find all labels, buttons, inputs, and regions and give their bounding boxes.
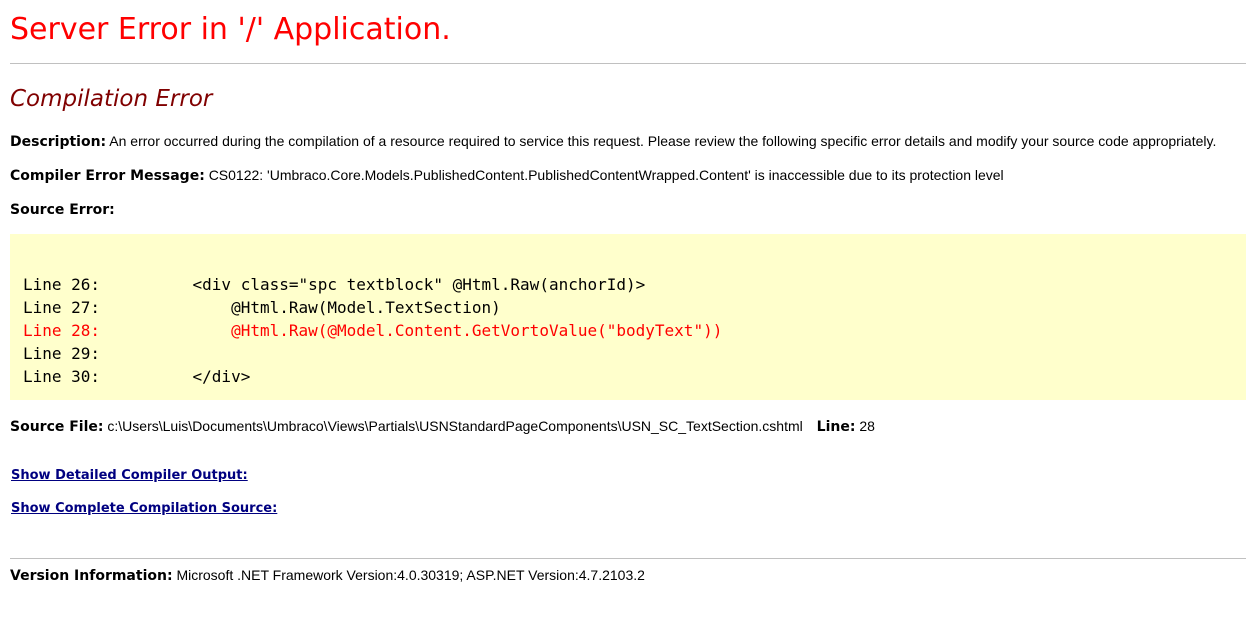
code-line-number: Line 26:: [23, 275, 101, 294]
code-line: Line 30: </div>: [23, 365, 250, 388]
compiler-error-label: Compiler Error Message:: [10, 168, 205, 184]
error-page: Server Error in '/' Application. Compila…: [0, 0, 1246, 624]
source-error-row: Source Error:: [10, 200, 115, 219]
show-complete-compilation-source-link[interactable]: Show Complete Compilation Source:: [11, 500, 277, 518]
code-line-text: @Html.Raw(@Model.Content.GetVortoValue("…: [154, 321, 723, 340]
compiler-error-text: CS0122: 'Umbraco.Core.Models.PublishedCo…: [208, 167, 1004, 183]
version-label: Version Information:: [10, 568, 173, 584]
code-line-number: Line 28:: [23, 321, 101, 340]
description-text: An error occurred during the compilation…: [109, 133, 1217, 149]
source-code-block: Line 26: <div class="spc textblock" @Htm…: [10, 234, 1246, 400]
source-line-label: Line:: [816, 419, 856, 435]
code-line-number: Line 30:: [23, 367, 101, 386]
version-row: Version Information: Microsoft .NET Fram…: [10, 566, 645, 585]
description-row: Description: An error occurred during th…: [10, 132, 1216, 151]
source-file-row: Source File: c:\Users\Luis\Documents\Umb…: [10, 417, 875, 436]
code-line-error: Line 28: @Html.Raw(@Model.Content.GetVor…: [23, 319, 722, 342]
code-line: Line 26: <div class="spc textblock" @Htm…: [23, 273, 645, 296]
code-line-text: <div class="spc textblock" @Html.Raw(anc…: [154, 275, 646, 294]
code-line-text: @Html.Raw(Model.TextSection): [154, 298, 501, 317]
show-detailed-compiler-output-link[interactable]: Show Detailed Compiler Output:: [11, 467, 248, 485]
source-file-path: c:\Users\Luis\Documents\Umbraco\Views\Pa…: [107, 418, 803, 434]
source-error-label: Source Error:: [10, 202, 115, 218]
source-file-label: Source File:: [10, 419, 104, 435]
code-line-number: Line 27:: [23, 298, 101, 317]
error-type-heading: Compilation Error: [10, 86, 213, 112]
page-title: Server Error in '/' Application.: [10, 12, 451, 47]
code-line-text: </div>: [154, 367, 251, 386]
compiler-error-row: Compiler Error Message: CS0122: 'Umbraco…: [10, 166, 1004, 185]
source-line-value: 28: [859, 418, 875, 434]
description-label: Description:: [10, 134, 107, 150]
version-text: Microsoft .NET Framework Version:4.0.303…: [176, 567, 645, 583]
title-divider: [10, 63, 1246, 64]
code-line-number: Line 29:: [23, 344, 101, 363]
code-line: Line 27: @Html.Raw(Model.TextSection): [23, 296, 501, 319]
code-line: Line 29:: [23, 342, 154, 365]
version-divider: [10, 558, 1246, 559]
